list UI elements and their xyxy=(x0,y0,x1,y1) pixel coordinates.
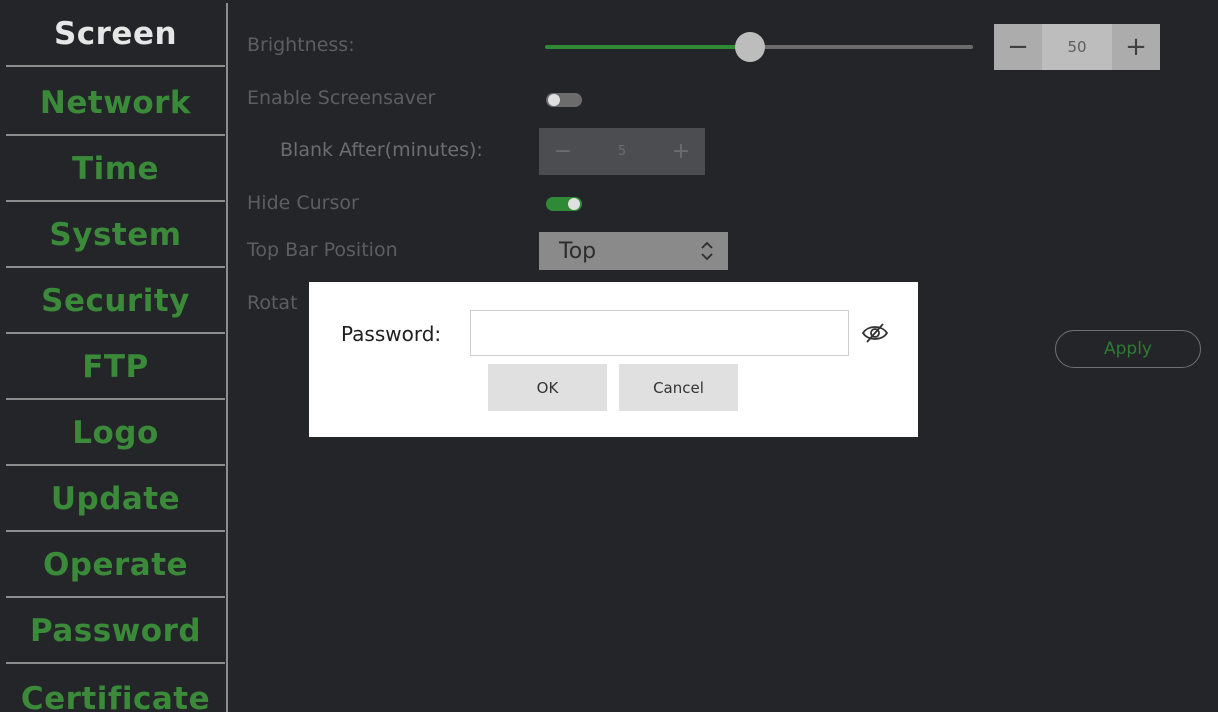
blank-after-increase-button[interactable]: + xyxy=(657,128,705,175)
sidebar-item-screen[interactable]: Screen xyxy=(6,3,225,67)
sidebar-item-update[interactable]: Update xyxy=(6,468,225,532)
blank-after-stepper: − 5 + xyxy=(539,128,705,175)
blank-after-label: Blank After(minutes): xyxy=(280,139,483,161)
eye-slash-icon[interactable] xyxy=(860,322,890,344)
screensaver-toggle[interactable] xyxy=(546,93,582,107)
top-bar-position-select[interactable]: Top xyxy=(539,232,728,270)
sidebar-item-network[interactable]: Network xyxy=(6,72,225,136)
hide-cursor-toggle[interactable] xyxy=(546,197,582,211)
brightness-decrease-button[interactable]: − xyxy=(994,24,1042,70)
sidebar-item-time[interactable]: Time xyxy=(6,138,225,202)
sidebar: Screen Network Time System Security FTP … xyxy=(6,3,225,712)
top-bar-position-value: Top xyxy=(559,238,597,264)
blank-after-value: 5 xyxy=(617,144,627,159)
sidebar-item-password[interactable]: Password xyxy=(6,600,225,664)
hide-cursor-label: Hide Cursor xyxy=(247,192,359,214)
brightness-stepper: − 50 + xyxy=(994,24,1160,70)
apply-button[interactable]: Apply xyxy=(1055,330,1201,368)
brightness-slider-track xyxy=(749,45,973,49)
sidebar-item-ftp[interactable]: FTP xyxy=(6,336,225,400)
chevron-up-down-icon xyxy=(701,241,713,261)
sidebar-divider xyxy=(226,3,228,712)
ok-button[interactable]: OK xyxy=(488,364,607,411)
hide-cursor-toggle-knob xyxy=(568,198,580,210)
sidebar-item-logo[interactable]: Logo xyxy=(6,402,225,466)
rotation-label: Rotat xyxy=(247,292,298,314)
sidebar-item-security[interactable]: Security xyxy=(6,270,225,334)
brightness-slider-fill xyxy=(545,45,749,49)
password-input[interactable] xyxy=(470,310,849,356)
sidebar-item-system[interactable]: System xyxy=(6,204,225,268)
cancel-button[interactable]: Cancel xyxy=(619,364,738,411)
sidebar-item-operate[interactable]: Operate xyxy=(6,534,225,598)
screensaver-toggle-knob xyxy=(548,94,560,106)
brightness-increase-button[interactable]: + xyxy=(1112,24,1160,70)
password-dialog: Password: OK Cancel xyxy=(309,282,918,437)
brightness-value: 50 xyxy=(1042,24,1112,70)
brightness-label: Brightness: xyxy=(247,34,355,56)
blank-after-decrease-button[interactable]: − xyxy=(539,128,587,175)
top-bar-position-label: Top Bar Position xyxy=(247,239,398,261)
brightness-slider-thumb[interactable] xyxy=(735,32,765,62)
screensaver-label: Enable Screensaver xyxy=(247,87,436,109)
password-label: Password: xyxy=(341,322,442,346)
sidebar-item-certificate[interactable]: Certificate xyxy=(6,671,225,712)
settings-app: Screen Network Time System Security FTP … xyxy=(0,0,1218,712)
